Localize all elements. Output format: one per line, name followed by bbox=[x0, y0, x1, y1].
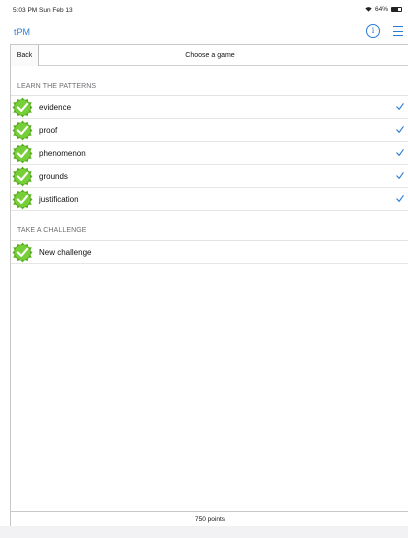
info-icon[interactable]: i bbox=[366, 24, 380, 38]
section-header-learn: LEARN THE PATTERNS bbox=[17, 83, 97, 90]
status-bar: 5:03 PM Sun Feb 13 64% bbox=[0, 0, 408, 20]
back-button[interactable]: Back bbox=[11, 45, 39, 66]
list-item-label: phenomenon bbox=[39, 149, 86, 158]
menu-icon[interactable] bbox=[393, 26, 403, 36]
page-title: Choose a game bbox=[185, 52, 235, 59]
learn-list: evidence proof phenomenon grounds justif… bbox=[11, 95, 408, 211]
battery-icon bbox=[391, 7, 402, 12]
battery-percent: 64% bbox=[374, 6, 388, 13]
status-indicators: 64% bbox=[365, 6, 402, 13]
points-footer: 750 points bbox=[11, 511, 408, 527]
list-item-label: evidence bbox=[39, 103, 72, 112]
list-item-label: justification bbox=[39, 195, 79, 204]
checkmark-icon bbox=[396, 171, 404, 180]
section-header-challenge: TAKE A CHALLENGE bbox=[17, 227, 87, 234]
list-item-label: grounds bbox=[39, 172, 68, 181]
checkmark-icon bbox=[396, 125, 404, 134]
list-item-justification[interactable]: justification bbox=[11, 188, 408, 211]
checkmark-icon bbox=[396, 148, 404, 157]
list-item-evidence[interactable]: evidence bbox=[11, 96, 408, 119]
green-check-badge-icon bbox=[12, 242, 33, 263]
green-check-badge-icon bbox=[12, 143, 33, 164]
toolbar: Choose a game Back bbox=[11, 45, 408, 66]
list-item-new-challenge[interactable]: New challenge bbox=[11, 241, 408, 264]
checkmark-icon bbox=[396, 102, 404, 111]
list-item-phenomenon[interactable]: phenomenon bbox=[11, 142, 408, 165]
green-check-badge-icon bbox=[12, 166, 33, 187]
green-check-badge-icon bbox=[12, 97, 33, 118]
wifi-icon bbox=[365, 7, 372, 12]
list-item-label: proof bbox=[39, 126, 58, 135]
list-item-proof[interactable]: proof bbox=[11, 119, 408, 142]
nav-bar: tPM i bbox=[0, 20, 408, 44]
app-title: tPM bbox=[14, 27, 31, 37]
game-panel: Choose a game Back LEARN THE PATTERNS ev… bbox=[10, 44, 408, 527]
checkmark-icon bbox=[396, 194, 404, 203]
status-time-date: 5:03 PM Sun Feb 13 bbox=[13, 7, 73, 14]
green-check-badge-icon bbox=[12, 189, 33, 210]
green-check-badge-icon bbox=[12, 120, 33, 141]
list-item-label: New challenge bbox=[39, 248, 92, 257]
challenge-list: New challenge bbox=[11, 240, 408, 264]
bottom-strip bbox=[0, 526, 408, 538]
list-item-grounds[interactable]: grounds bbox=[11, 165, 408, 188]
